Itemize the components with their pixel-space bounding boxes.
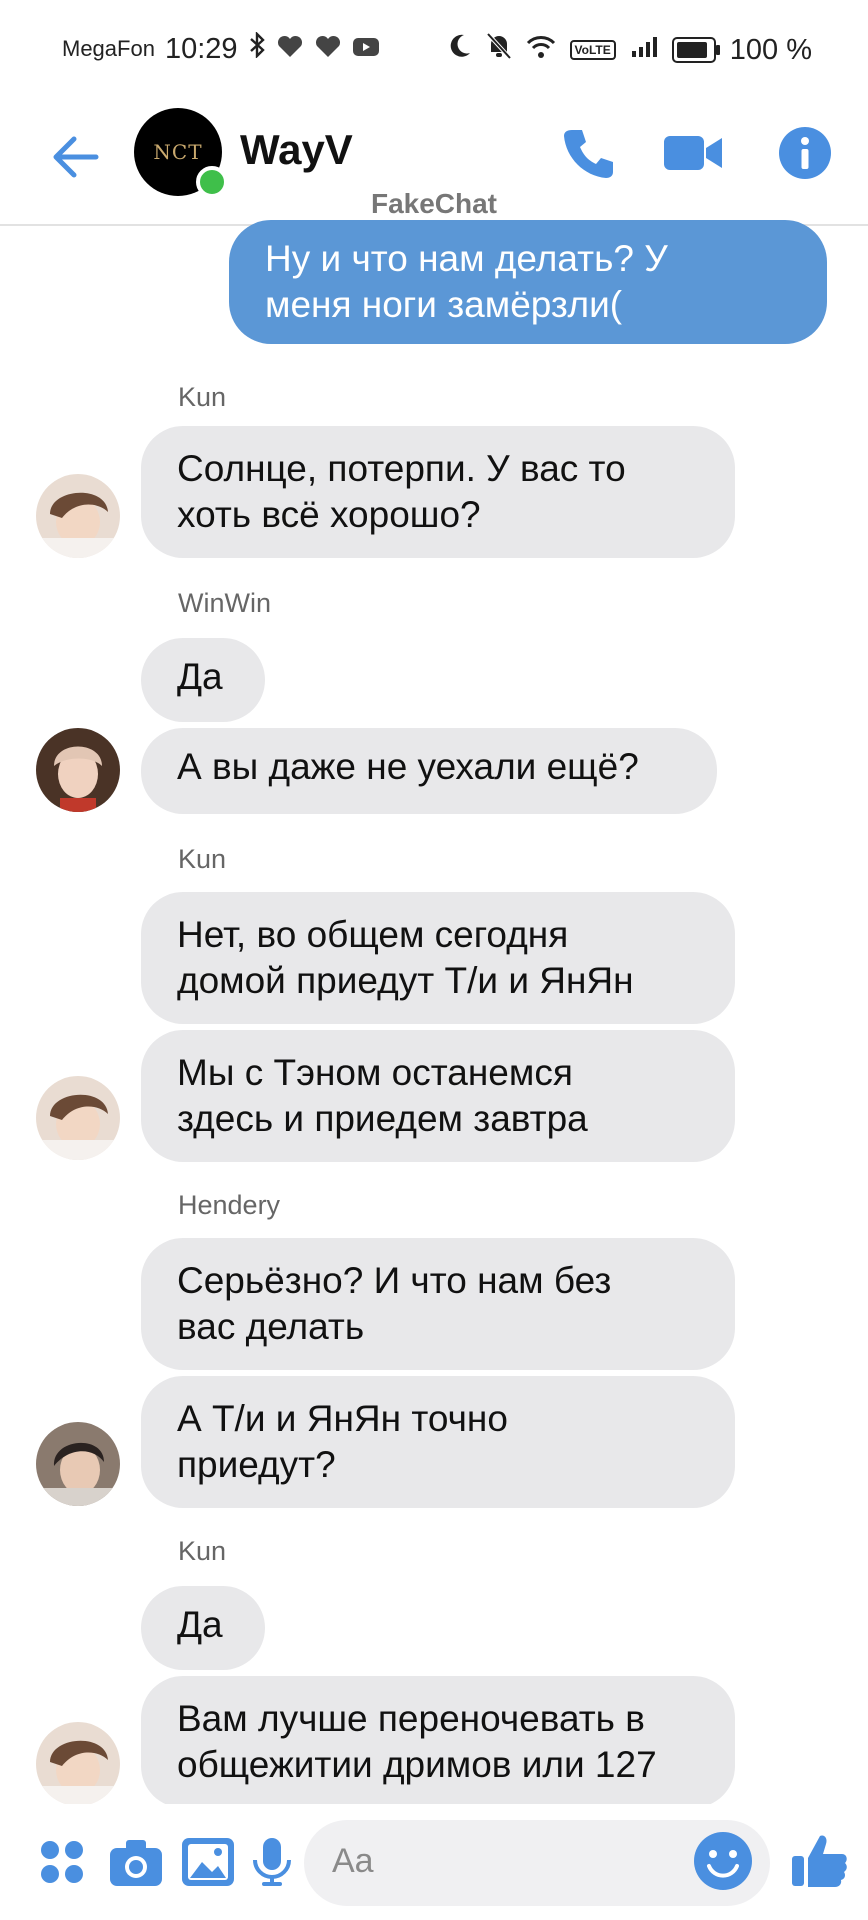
message-line: домой приедут Т/и и ЯнЯн xyxy=(177,960,634,1001)
incoming-message[interactable]: Нет, во общем сегодня домой приедут Т/и … xyxy=(141,892,735,1024)
incoming-message[interactable]: Да xyxy=(141,638,265,722)
camera-button[interactable] xyxy=(108,1834,164,1890)
outgoing-message[interactable]: Ну и что нам делать? У меня ноги замёрзл… xyxy=(229,220,827,344)
gallery-icon xyxy=(182,1838,234,1886)
message-list[interactable]: Ну и что нам делать? У меня ноги замёрзл… xyxy=(0,220,868,1808)
microphone-icon xyxy=(253,1838,291,1886)
volte-badge: VoLTE xyxy=(569,40,616,60)
apps-button[interactable] xyxy=(34,1834,90,1890)
person-photo-icon xyxy=(36,728,120,812)
incoming-message[interactable]: Мы с Тэном останемся здесь и приедем зав… xyxy=(141,1030,735,1162)
avatar-kun[interactable] xyxy=(36,1076,120,1160)
message-input-placeholder: Aa xyxy=(332,1842,374,1880)
chat-title[interactable]: WayV xyxy=(240,126,353,174)
clock: 10:29 xyxy=(164,32,238,65)
person-photo-icon xyxy=(36,1422,120,1506)
sender-name: Kun xyxy=(178,382,227,412)
avatar-winwin[interactable] xyxy=(36,728,120,812)
incoming-message[interactable]: А Т/и и ЯнЯн точно приедут? xyxy=(141,1376,735,1508)
call-button[interactable] xyxy=(560,124,618,182)
youtube-icon xyxy=(352,33,380,66)
microphone-button[interactable] xyxy=(244,1834,300,1890)
info-button[interactable] xyxy=(776,124,834,182)
person-photo-icon xyxy=(36,1076,120,1160)
battery-percent: 100 % xyxy=(729,33,812,66)
like-button[interactable] xyxy=(790,1830,850,1890)
incoming-message[interactable]: Солнце, потерпи. У вас то хоть всё хорош… xyxy=(141,426,735,558)
wifi-icon xyxy=(526,34,556,67)
signal-icon xyxy=(630,34,658,67)
camera-icon xyxy=(110,1840,162,1886)
heart-icon xyxy=(276,33,304,66)
message-line: А вы даже не уехали ещё? xyxy=(177,746,639,787)
message-line: вас делать xyxy=(177,1306,365,1347)
battery-icon xyxy=(671,37,720,63)
message-line: А Т/и и ЯнЯн точно xyxy=(177,1398,508,1439)
phone-icon xyxy=(564,130,613,178)
emoji-button[interactable] xyxy=(692,1830,754,1892)
message-line: Мы с Тэном останемся xyxy=(177,1052,573,1093)
message-line: Да xyxy=(177,1604,223,1645)
apps-icon xyxy=(41,1841,83,1883)
message-line: Ну и что нам делать? У xyxy=(265,238,668,279)
message-line: Вам лучше переночевать в xyxy=(177,1698,645,1739)
thumbs-up-icon xyxy=(792,1835,847,1887)
incoming-message[interactable]: Серьёзно? И что нам без вас делать xyxy=(141,1238,735,1370)
message-line: здесь и приедем завтра xyxy=(177,1098,588,1139)
person-photo-icon xyxy=(36,474,120,558)
message-line: Серьёзно? И что нам без xyxy=(177,1260,612,1301)
status-right: VoLTE 100 % xyxy=(448,32,812,68)
back-button[interactable] xyxy=(48,130,102,184)
watermark: FakeChat xyxy=(370,188,498,219)
group-avatar[interactable]: NCT xyxy=(134,108,228,198)
sender-name: WinWin xyxy=(178,588,271,618)
message-line: приедут? xyxy=(177,1444,336,1485)
carrier-name: MegaFon xyxy=(62,36,155,61)
status-bar: MegaFon 10:29 VoLTE 100 % xyxy=(0,0,868,96)
avatar-kun[interactable] xyxy=(36,1722,120,1806)
heart-icon xyxy=(314,33,342,66)
message-line: Нет, во общем сегодня xyxy=(177,914,569,955)
message-line: Да xyxy=(177,656,223,697)
info-icon xyxy=(779,127,831,179)
sender-name: Kun xyxy=(178,1536,227,1566)
message-line: общежитии дримов или 127 xyxy=(177,1744,657,1785)
status-left: MegaFon 10:29 xyxy=(62,31,380,66)
bluetooth-icon xyxy=(248,31,266,66)
mute-bell-icon xyxy=(486,32,512,68)
incoming-message[interactable]: Вам лучше переночевать в общежитии дримо… xyxy=(141,1676,735,1808)
battery-fill xyxy=(676,42,707,58)
avatar-hendery[interactable] xyxy=(36,1422,120,1506)
incoming-message[interactable]: А вы даже не уехали ещё? xyxy=(141,728,717,814)
gallery-button[interactable] xyxy=(180,1834,236,1890)
sender-name: Hendery xyxy=(178,1190,281,1220)
message-line: хоть всё хорошо? xyxy=(177,494,481,535)
incoming-message[interactable]: Да xyxy=(141,1586,265,1670)
message-input[interactable]: Aa xyxy=(304,1820,770,1906)
message-line: меня ноги замёрзли( xyxy=(265,284,623,325)
back-arrow-icon xyxy=(53,136,99,178)
composer-bar: Aa xyxy=(0,1804,868,1920)
video-camera-icon xyxy=(664,136,722,170)
person-photo-icon xyxy=(36,1722,120,1806)
sender-name: Kun xyxy=(178,844,227,874)
emoji-icon xyxy=(694,1832,752,1890)
chat-header: NCT WayV FakeChat xyxy=(0,96,868,226)
avatar-kun[interactable] xyxy=(36,474,120,558)
video-call-button[interactable] xyxy=(662,124,722,182)
message-line: Солнце, потерпи. У вас то xyxy=(177,448,626,489)
moon-icon xyxy=(448,33,472,67)
